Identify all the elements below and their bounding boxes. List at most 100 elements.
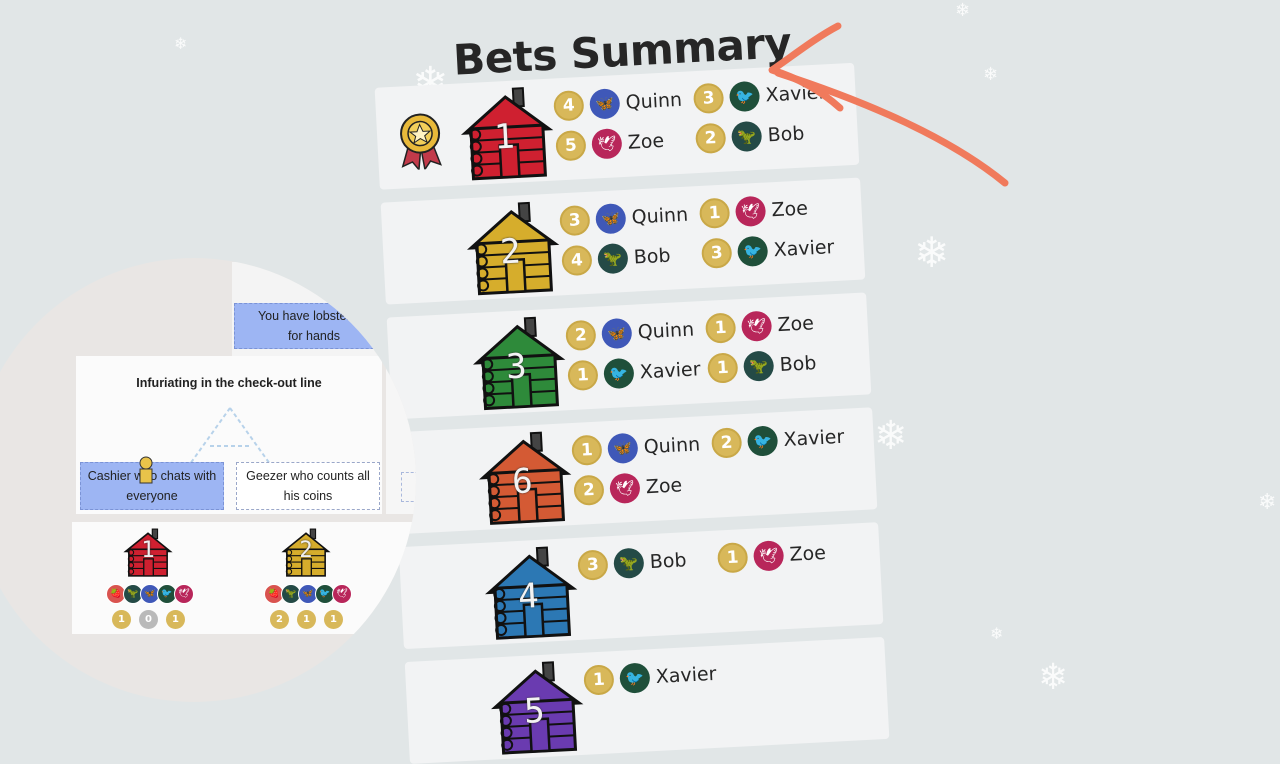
house-icon: 2 [463, 199, 564, 298]
dove-icon: 🕊 [174, 584, 194, 604]
coin-row: 101 [112, 610, 185, 629]
bet-item: 2 🦋 Quinn [565, 312, 695, 355]
bets-group: 1 🦋 Quinn 2 🐦 Xavier 2 🕊 Zoe [571, 417, 875, 523]
bird-icon: 🐦 [736, 235, 769, 268]
player-name: Xavier [655, 662, 718, 688]
coin-amount: 1 [567, 359, 599, 392]
bet-item: 2 🐦 Xavier [710, 419, 845, 462]
player-name: Bob [633, 244, 672, 269]
bet-item: 1 🐦 Xavier [583, 656, 717, 699]
bet-row: 2 3 🦋 Quinn 1 🕊 Zoe 4 🦖 Bob 3 🐦 Xavier [380, 177, 866, 305]
house-number: 5 [523, 690, 546, 732]
butterfly-icon: 🦋 [607, 432, 639, 465]
player-name: Bob [649, 549, 688, 574]
house-number: 4 [517, 576, 540, 618]
choice-text: Geezer who counts all his coins [246, 469, 370, 503]
dino-icon: 🦖 [613, 547, 645, 579]
coin-amount: 2 [565, 319, 597, 352]
house-number: 1 [141, 538, 155, 563]
bet-item: 3 🐦 Xavier [700, 229, 835, 272]
bet-item: 4 🦖 Bob [561, 238, 671, 280]
coin-amount: 1 [704, 312, 737, 344]
player-name: Quinn [643, 433, 701, 459]
coin-amount: 3 [577, 549, 609, 581]
house-number: 2 [299, 538, 313, 563]
snowflake-icon: ❄ [1258, 490, 1277, 515]
coin-amount: 2 [694, 122, 727, 155]
coin-amount: 1 [583, 664, 615, 696]
bet-item: 1 🕊 Zoe [698, 190, 809, 232]
player-figure-icon [136, 456, 156, 486]
house-number: 1 [493, 116, 516, 158]
dove-icon: 🕊 [752, 540, 785, 572]
bird-icon: 🐦 [746, 425, 779, 457]
player-name: Zoe [789, 541, 827, 566]
avatar-row: 🍓 🦖 🦋 🐦 🕊 [106, 584, 194, 604]
dove-icon: 🕊 [740, 310, 773, 342]
coin-amount: 2 [573, 474, 605, 506]
bet-row: 6 1 🦋 Quinn 2 🐦 Xavier 2 🕊 Zoe [392, 407, 878, 535]
snowflake-icon: ❄ [990, 624, 1004, 643]
zoom-lens: You have lobster cla for hands Infuriati… [0, 258, 416, 702]
dove-icon: 🕊 [332, 584, 352, 604]
house-icon: 1 [122, 528, 174, 578]
house-number: 6 [511, 461, 534, 503]
bet-row: 3 2 🦋 Quinn 1 🕊 Zoe 1 🐦 Xavier 1 🦖 Bob [386, 292, 872, 420]
prompt-card: Infuriating in the check-out line Cashie… [76, 356, 382, 514]
house-number: 2 [499, 231, 522, 273]
bets-group: 3 🦋 Quinn 1 🕊 Zoe 4 🦖 Bob 3 🐦 Xavier [559, 188, 863, 294]
bet-row: 5 1 🐦 Xavier [404, 636, 890, 764]
coin-amount: 2 [710, 427, 743, 459]
dove-icon: 🕊 [609, 472, 641, 505]
bet-item: 3 🦖 Bob [577, 542, 687, 584]
player-name: Zoe [770, 197, 809, 222]
bets-group: 1 🐦 Xavier [583, 647, 887, 753]
house-icon: 5 [487, 659, 588, 758]
award-ribbon-icon [396, 110, 445, 172]
bird-icon: 🐦 [728, 80, 761, 113]
house-number: 3 [505, 346, 528, 388]
player-name: Bob [779, 352, 817, 377]
coin-amount: 1 [112, 610, 131, 629]
bet-item: 1 🦋 Quinn [571, 426, 701, 469]
bet-item: 4 🦋 Quinn [553, 82, 683, 125]
player-name: Zoe [627, 129, 665, 154]
bets-group: 2 🦋 Quinn 1 🕊 Zoe 1 🐦 Xavier 1 🦖 Bob [565, 303, 869, 409]
choice-text: You have lobster cla for hands [257, 309, 371, 343]
tent-icon [189, 407, 271, 465]
coin-amount: 0 [139, 610, 158, 629]
butterfly-icon: 🦋 [595, 202, 627, 235]
coin-amount: 1 [716, 542, 749, 574]
coin-amount: 4 [553, 89, 585, 122]
coin-row: 211 [270, 610, 343, 629]
prompt-title: Infuriating in the check-out line [136, 376, 322, 390]
dino-icon: 🦖 [730, 120, 763, 153]
player-name: Zoe [645, 474, 683, 499]
player-name: Xavier [773, 236, 835, 262]
bet-item: 1 🕊 Zoe [716, 535, 827, 577]
snowflake-icon: ❄ [914, 228, 950, 277]
bet-row: 4 3 🦖 Bob 1 🕊 Zoe [398, 522, 884, 650]
bet-item: 1 🕊 Zoe [704, 305, 815, 347]
coin-amount: 3 [700, 237, 733, 269]
player-name: Zoe [776, 312, 815, 337]
coin-amount: 1 [297, 610, 316, 629]
choice-card-top[interactable]: You have lobster cla for hands [234, 303, 394, 349]
player-name: Quinn [637, 318, 695, 344]
bird-icon: 🐦 [603, 357, 635, 390]
coin-amount: 5 [555, 129, 587, 162]
house-icon: 1 [457, 85, 558, 184]
dashed-slot [401, 472, 416, 502]
bet-item: 1 🦖 Bob [706, 345, 817, 387]
bet-item: 2 🕊 Zoe [573, 467, 683, 509]
coin-amount: 3 [692, 82, 725, 115]
snowflake-icon: ❄ [1038, 657, 1069, 698]
butterfly-icon: 🦋 [601, 317, 633, 350]
butterfly-icon: 🦋 [588, 88, 621, 120]
dino-icon: 🦖 [742, 350, 775, 382]
bet-item: 1 🐦 Xavier [567, 351, 701, 394]
choice-card-right[interactable]: Geezer who counts all his coins [236, 462, 380, 510]
coin-amount: 1 [571, 434, 603, 467]
house-icon: 2 [280, 528, 332, 578]
dove-icon: 🕊 [734, 195, 767, 228]
